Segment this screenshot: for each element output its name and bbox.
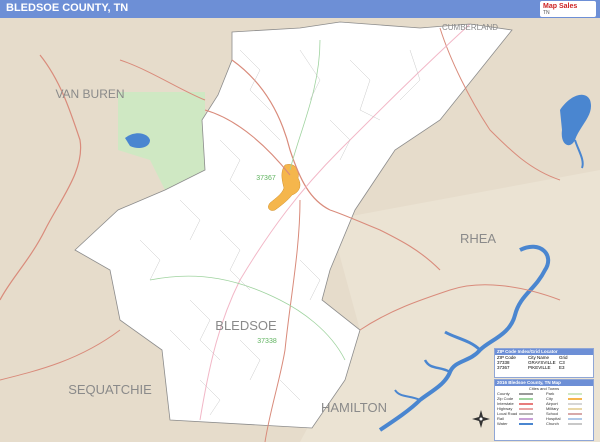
legend-swatch (568, 422, 582, 425)
legend-swatch (568, 407, 582, 410)
label-sequatchie: SEQUATCHIE (68, 382, 152, 397)
label-hamilton: HAMILTON (321, 400, 387, 415)
title-bar: BLEDSOE COUNTY, TN Map Sales TN (0, 0, 600, 18)
legend-swatch (568, 402, 582, 405)
table-row: 37367 PIKEVILLE E3 (495, 365, 593, 370)
label-rhea: RHEA (460, 231, 496, 246)
map-frame: BLEDSOE COUNTY, TN Map Sales TN CUMBERLA… (0, 0, 600, 443)
legend-column-right: Park City Airport Military School Hospital Chu… (544, 391, 593, 426)
logo-text-1: Map Sales (543, 3, 578, 10)
logo-text-2: TN (543, 10, 550, 16)
legend-swatch (519, 397, 533, 400)
legend-item-label: Church (546, 421, 559, 426)
legend-swatch (568, 397, 582, 400)
legend-swatch (519, 402, 533, 405)
label-cumberland: CUMBERLAND (442, 23, 498, 32)
legend-item: Church (546, 421, 593, 426)
legend-item: Water (497, 421, 544, 426)
page-title: BLEDSOE COUNTY, TN (6, 2, 129, 14)
legend-swatch (519, 417, 533, 420)
map-legend: 2016 Bledsoe County, TN Map Cities and T… (494, 379, 594, 441)
zip-cell: 37367 (497, 365, 510, 370)
compass-icon (472, 410, 490, 428)
label-van-buren: VAN BUREN (55, 87, 124, 101)
zip-cell: E3 (559, 365, 565, 370)
legend-swatch (519, 412, 533, 415)
legend-item-label: Water (497, 421, 508, 426)
label-bledsoe: BLEDSOE (215, 318, 277, 333)
legend-columns: County Zip Code Interstate Highway Local Roa… (495, 391, 593, 426)
legend-swatch (519, 422, 533, 425)
legend-column-left: County Zip Code Interstate Highway Local Roa… (495, 391, 544, 426)
map-canvas[interactable]: CUMBERLAND VAN BUREN RHEA SEQUATCHIE HAM… (0, 18, 600, 443)
legend-swatch (519, 392, 533, 395)
legend-swatch (519, 407, 533, 410)
legend-swatch (568, 392, 582, 395)
brand-logo[interactable]: Map Sales TN (540, 1, 596, 17)
zip-label-37367: 37367 (256, 175, 276, 182)
zip-label-37338: 37338 (257, 338, 277, 345)
legend-swatch (568, 417, 582, 420)
legend-swatch (568, 412, 582, 415)
zip-index-box: ZIP Code Index/Grid Locator ZIP Code Cit… (494, 348, 594, 378)
zip-cell: PIKEVILLE (528, 365, 551, 370)
